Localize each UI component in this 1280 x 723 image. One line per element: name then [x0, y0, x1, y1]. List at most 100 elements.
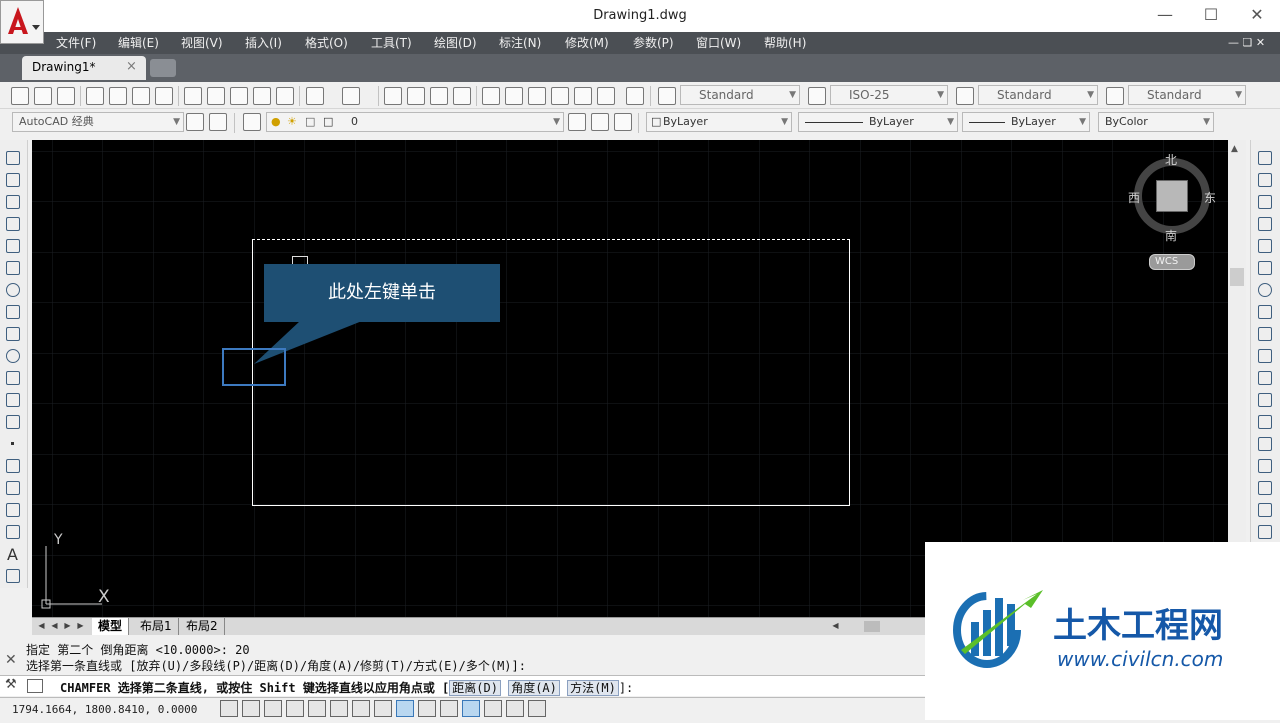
menu-help[interactable]: 帮助(H): [764, 32, 806, 54]
text-style-dropdown[interactable]: Standard ▼: [680, 85, 800, 105]
hscroll-left-icon[interactable]: ◀: [830, 620, 841, 632]
layer-previous-icon[interactable]: [591, 113, 609, 131]
text-style-icon[interactable]: [658, 87, 676, 105]
undo-icon[interactable]: [306, 87, 324, 105]
table-style-icon[interactable]: [956, 87, 974, 105]
table-style-dropdown[interactable]: Standard ▼: [978, 85, 1098, 105]
object-snap-icon[interactable]: [330, 700, 348, 717]
doc-window-controls[interactable]: — ❏ ✕: [1228, 32, 1265, 54]
chamfer-icon[interactable]: [1258, 459, 1272, 473]
menu-view[interactable]: 视图(V): [181, 32, 223, 54]
line-icon[interactable]: [6, 151, 20, 165]
object-snap-tracking-icon[interactable]: [374, 700, 392, 717]
blend-curves-icon[interactable]: [1258, 503, 1272, 517]
workspace-settings-icon[interactable]: [186, 113, 204, 131]
help-icon[interactable]: [626, 87, 644, 105]
polar-tracking-icon[interactable]: [308, 700, 326, 717]
layer-properties-icon[interactable]: [243, 113, 261, 131]
option-method[interactable]: 方法(M): [567, 680, 619, 696]
revision-cloud-icon[interactable]: [6, 305, 20, 319]
hatch-icon[interactable]: [6, 459, 20, 473]
wcs-menu[interactable]: WCS: [1149, 254, 1195, 270]
join-icon[interactable]: [1258, 437, 1272, 451]
next-layout-icon[interactable]: ▶: [62, 620, 73, 632]
linetype-dropdown[interactable]: ByLayer ▼: [798, 112, 958, 132]
publish-icon[interactable]: [132, 87, 150, 105]
menu-file[interactable]: 文件(F): [56, 32, 96, 54]
dim-style-icon[interactable]: [808, 87, 826, 105]
compass-north[interactable]: 北: [1165, 151, 1177, 168]
dim-style-dropdown[interactable]: ISO-25 ▼: [830, 85, 948, 105]
trim-icon[interactable]: [1258, 349, 1272, 363]
table-icon[interactable]: [6, 525, 20, 539]
tool-palettes-icon[interactable]: [528, 87, 546, 105]
workspace-dropdown[interactable]: AutoCAD 经典 ▼: [12, 112, 184, 132]
rotate-icon[interactable]: [1258, 283, 1272, 297]
circle-icon[interactable]: [6, 283, 20, 297]
tab-model[interactable]: 模型: [92, 618, 130, 635]
save-icon[interactable]: [57, 87, 75, 105]
tab-drawing1[interactable]: Drawing1* ×: [22, 56, 146, 80]
menu-edit[interactable]: 编辑(E): [118, 32, 159, 54]
wrench-icon[interactable]: ⚒: [5, 677, 17, 692]
ellipse-icon[interactable]: [6, 349, 20, 363]
option-angle[interactable]: 角度(A): [508, 680, 560, 696]
mirror-icon[interactable]: [1258, 195, 1272, 209]
maximize-button[interactable]: ☐: [1188, 0, 1234, 30]
insert-block-icon[interactable]: [6, 393, 20, 407]
menu-insert[interactable]: 插入(I): [245, 32, 282, 54]
menu-window[interactable]: 窗口(W): [696, 32, 741, 54]
add-selected-icon[interactable]: [6, 569, 20, 583]
compass-east[interactable]: 东: [1204, 189, 1216, 206]
fillet-icon[interactable]: [1258, 481, 1272, 495]
copy-icon[interactable]: [207, 87, 225, 105]
multileader-style-icon[interactable]: [1106, 87, 1124, 105]
make-current-layer-icon[interactable]: [568, 113, 586, 131]
layer-dropdown[interactable]: ● ☀ □ □ 0 ▼: [266, 112, 564, 132]
block-editor-icon[interactable]: [276, 87, 294, 105]
cut-icon[interactable]: [184, 87, 202, 105]
customize-icon[interactable]: [209, 113, 227, 131]
scale-icon[interactable]: [1258, 305, 1272, 319]
print-preview-icon[interactable]: [109, 87, 127, 105]
extend-icon[interactable]: [1258, 371, 1272, 385]
annotation-monitor-icon[interactable]: [528, 700, 546, 717]
menu-modify[interactable]: 修改(M): [565, 32, 609, 54]
grid-display-icon[interactable]: [264, 700, 282, 717]
lineweight-display-icon[interactable]: [440, 700, 458, 717]
transparency-icon[interactable]: [462, 700, 480, 717]
redo-icon[interactable]: [342, 87, 360, 105]
lineweight-dropdown[interactable]: ByLayer ▼: [962, 112, 1090, 132]
zoom-window-icon[interactable]: [430, 87, 448, 105]
dynamic-ucs-icon[interactable]: [396, 700, 414, 717]
command-line-input[interactable]: ⚒ CHAMFER 选择第二条直线, 或按住 Shift 键选择直线以应用角点或…: [0, 675, 925, 696]
compass-west[interactable]: 西: [1128, 189, 1140, 206]
polyline-icon[interactable]: [6, 195, 20, 209]
quick-properties-icon[interactable]: [484, 700, 502, 717]
offset-icon[interactable]: [1258, 217, 1272, 231]
calculator-icon[interactable]: [597, 87, 615, 105]
zoom-realtime-icon[interactable]: [407, 87, 425, 105]
ellipse-arc-icon[interactable]: [6, 371, 20, 385]
break-at-point-icon[interactable]: [1258, 393, 1272, 407]
viewcube[interactable]: 北 南 东 西: [1120, 150, 1240, 270]
infer-constraints-icon[interactable]: [220, 700, 238, 717]
hscroll-thumb[interactable]: [864, 621, 880, 632]
menu-format[interactable]: 格式(O): [305, 32, 348, 54]
spline-icon[interactable]: [6, 327, 20, 341]
compass-south[interactable]: 南: [1165, 227, 1177, 244]
move-icon[interactable]: [1258, 261, 1272, 275]
region-icon[interactable]: [6, 503, 20, 517]
vertical-scrollbar[interactable]: ▲: [1228, 140, 1246, 542]
layer-state-icon[interactable]: [614, 113, 632, 131]
zoom-previous-icon[interactable]: [453, 87, 471, 105]
minimize-button[interactable]: —: [1142, 0, 1188, 30]
construction-line-icon[interactable]: [6, 173, 20, 187]
command-close-icon[interactable]: ✕: [5, 652, 17, 668]
tab-layout2[interactable]: 布局2: [180, 618, 225, 635]
selection-cycling-icon[interactable]: [506, 700, 524, 717]
dynamic-input-icon[interactable]: [418, 700, 436, 717]
erase-icon[interactable]: [1258, 151, 1272, 165]
menu-tools[interactable]: 工具(T): [371, 32, 412, 54]
print-icon[interactable]: [86, 87, 104, 105]
